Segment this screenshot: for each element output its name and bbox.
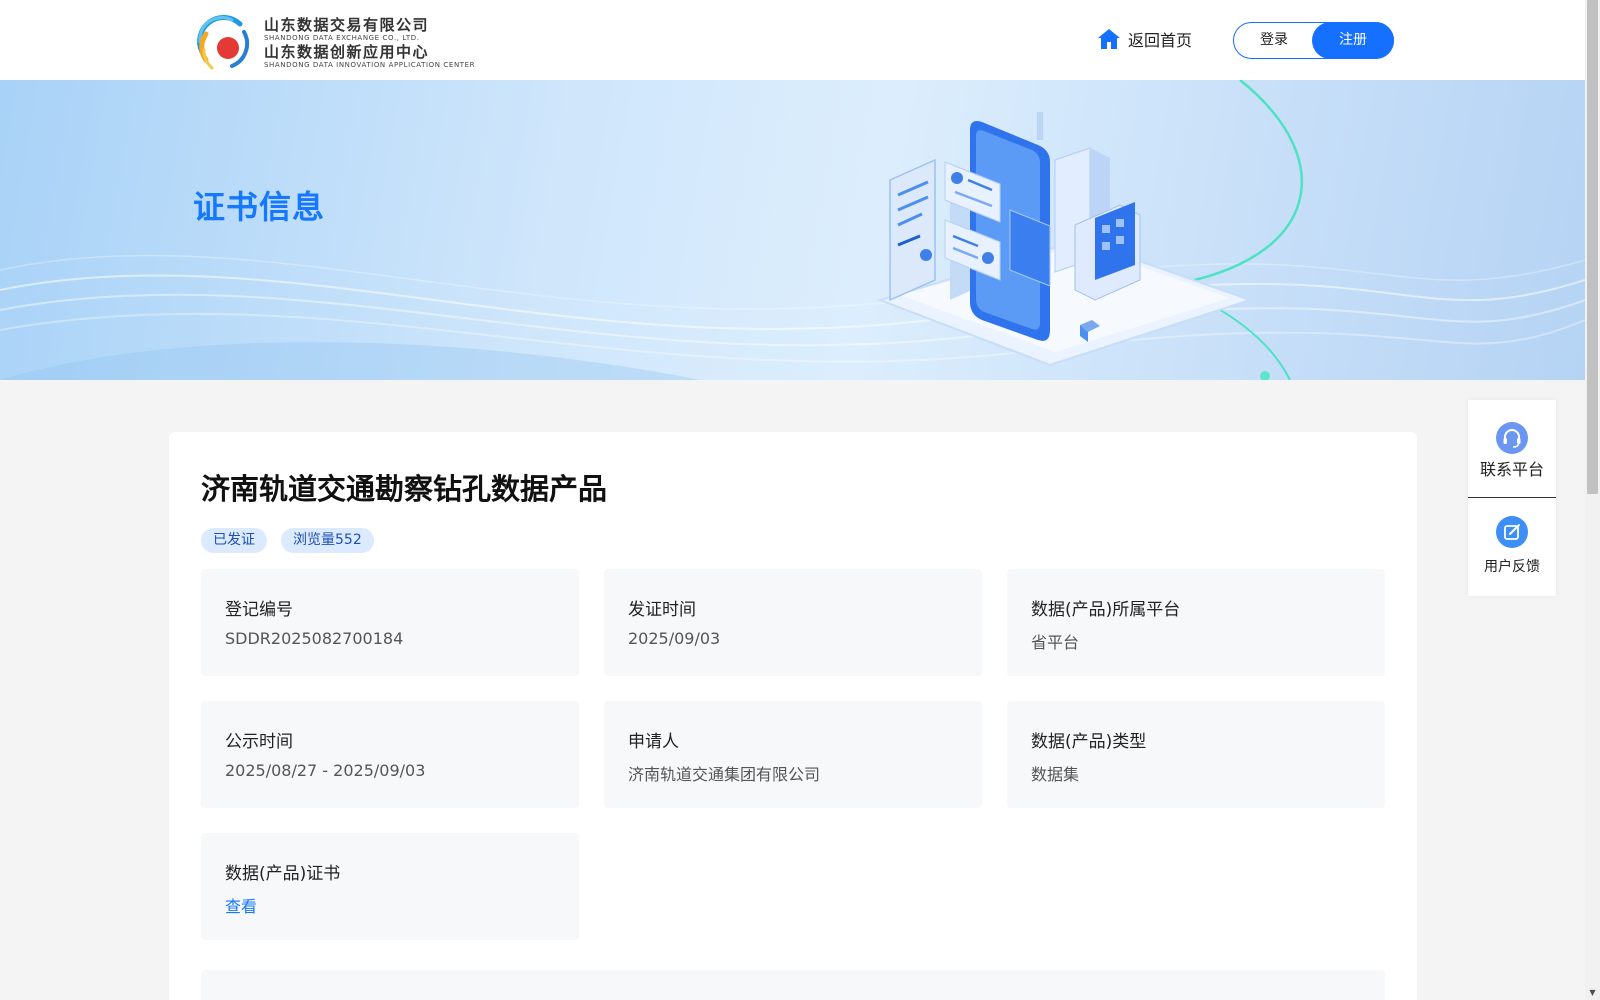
- logo-company-cn: 山东数据交易有限公司: [264, 16, 430, 34]
- product-title: 济南轨道交通勘察钻孔数据产品: [201, 472, 608, 506]
- info-label: 数据(产品)类型: [1031, 732, 1147, 752]
- info-label: 公示时间: [225, 732, 293, 752]
- logo-center-en: SHANDONG DATA INNOVATION APPLICATION CEN…: [264, 61, 476, 69]
- logo-company-en: SHANDONG DATA EXCHANGE CO., LTD.: [264, 34, 420, 42]
- logo-center-cn: 山东数据创新应用中心: [264, 43, 430, 61]
- info-value: 2025/09/03: [628, 629, 721, 648]
- info-platform: 数据(产品)所属平台 省平台: [1007, 569, 1385, 676]
- info-label: 登记编号: [225, 600, 293, 620]
- floating-side-panel: 联系平台 用户反馈: [1468, 400, 1556, 596]
- info-issue-date: 发证时间 2025/09/03: [604, 569, 982, 676]
- user-feedback-button[interactable]: 用户反馈: [1468, 498, 1556, 596]
- login-button[interactable]: 登录: [1234, 23, 1314, 58]
- scrollbar-thumb[interactable]: [1587, 0, 1598, 494]
- info-label: 数据(产品)证书: [225, 864, 341, 884]
- info-product-type: 数据(产品)类型 数据集: [1007, 701, 1385, 808]
- logo-mark-icon: [194, 14, 252, 72]
- view-certificate-link[interactable]: 查看: [225, 893, 257, 917]
- views-badge: 浏览量552: [281, 528, 374, 553]
- certificate-illustration-icon: [876, 112, 1254, 367]
- home-icon: [1098, 29, 1120, 49]
- info-label: 申请人: [628, 732, 679, 752]
- headset-icon: [1496, 422, 1528, 454]
- scroll-down-arrow-icon[interactable]: ▼: [1585, 986, 1600, 1000]
- logo-text: 山东数据交易有限公司 SHANDONG DATA EXCHANGE CO., L…: [264, 16, 476, 70]
- next-section-panel: [201, 970, 1385, 1000]
- banner-wave-decoration: [0, 80, 1585, 380]
- home-link[interactable]: 返回首页: [1097, 27, 1192, 51]
- site-logo[interactable]: 山东数据交易有限公司 SHANDONG DATA EXCHANGE CO., L…: [192, 12, 476, 76]
- page-title: 证书信息: [193, 188, 326, 226]
- auth-buttons: 登录 注册: [1233, 22, 1394, 59]
- status-badge: 已发证: [201, 528, 267, 553]
- home-link-label: 返回首页: [1128, 31, 1193, 50]
- register-button[interactable]: 注册: [1312, 22, 1394, 59]
- info-applicant: 申请人 济南轨道交通集团有限公司: [604, 701, 982, 808]
- info-value: 数据集: [1031, 765, 1080, 784]
- info-publicity-period: 公示时间 2025/08/27 - 2025/09/03: [201, 701, 579, 808]
- info-value: 济南轨道交通集团有限公司: [628, 765, 821, 784]
- page-scrollbar[interactable]: ▼: [1585, 0, 1600, 1000]
- site-header: 山东数据交易有限公司 SHANDONG DATA EXCHANGE CO., L…: [0, 0, 1585, 80]
- info-certificate: 数据(产品)证书 查看: [201, 833, 579, 940]
- info-value: SDDR2025082700184: [225, 629, 404, 648]
- info-value: 2025/08/27 - 2025/09/03: [225, 761, 426, 780]
- user-feedback-label: 用户反馈: [1484, 559, 1540, 575]
- certificate-detail-card: 济南轨道交通勘察钻孔数据产品 已发证 浏览量552 登记编号 SDDR20250…: [169, 432, 1417, 1000]
- info-label: 发证时间: [628, 600, 696, 620]
- contact-platform-button[interactable]: 联系平台: [1468, 400, 1556, 498]
- info-registration-number: 登记编号 SDDR2025082700184: [201, 569, 579, 676]
- info-label: 数据(产品)所属平台: [1031, 600, 1181, 620]
- contact-platform-label: 联系平台: [1479, 460, 1544, 479]
- page-banner: 证书信息: [0, 80, 1585, 380]
- edit-icon: [1496, 516, 1528, 548]
- info-value: 省平台: [1031, 633, 1080, 652]
